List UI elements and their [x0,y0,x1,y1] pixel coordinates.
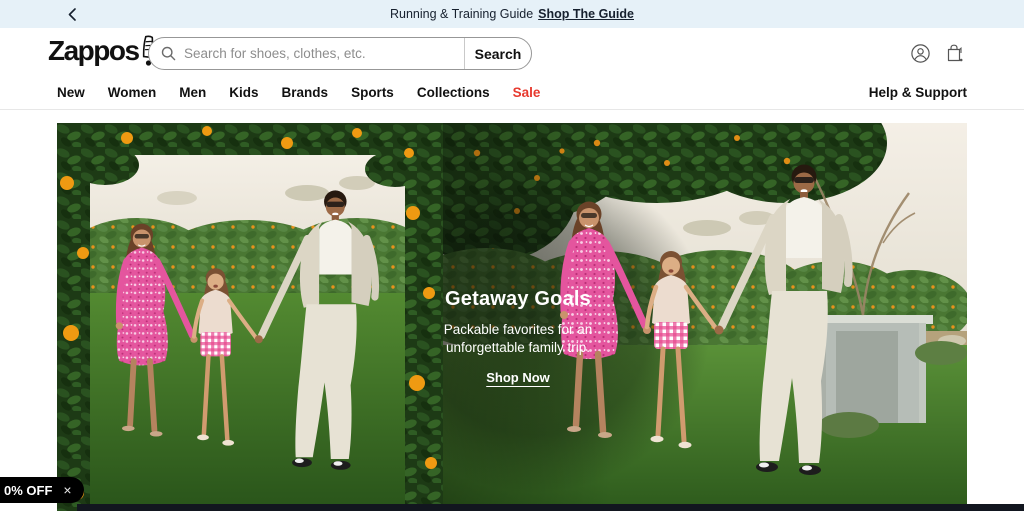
hero-text-overlay: Getaway Goals Packable favorites for an … [398,288,638,387]
nav-item-sale[interactable]: Sale [513,85,541,100]
user-icon [911,44,930,63]
search-button[interactable]: Search [465,38,531,69]
banner-text: Running & Training Guide [390,7,533,21]
account-button[interactable] [911,44,930,63]
search-bar: Search [148,37,532,70]
search-icon [161,46,176,61]
promo-badge: 0% OFF × [0,477,84,503]
left-inset-photo [62,145,437,511]
cart-button[interactable] [945,43,966,64]
header-icons [911,43,966,64]
main-nav: New Women Men Kids Brands Sports Collect… [0,75,1024,110]
nav-item-brands[interactable]: Brands [282,85,329,100]
close-icon[interactable]: × [63,483,71,497]
nav-item-women[interactable]: Women [108,85,157,100]
logo-text: Zappos [48,31,139,71]
top-banner: Running & Training Guide Shop The Guide [0,0,1024,28]
hero-subtitle: Packable favorites for an unforgettable … [398,321,638,357]
banner-link[interactable]: Shop The Guide [538,7,634,21]
nav-item-men[interactable]: Men [179,85,206,100]
hero-title: Getaway Goals [398,288,638,311]
header: Zappos ™ Search [0,28,1024,75]
chevron-left-icon [68,8,76,21]
zappos-logo[interactable]: Zappos ™ [48,31,162,71]
shop-now-link[interactable]: Shop Now [486,370,550,385]
zappos-homepage: Running & Training Guide Shop The Guide … [0,0,1024,511]
nav-items: New Women Men Kids Brands Sports Collect… [57,85,540,100]
nav-item-collections[interactable]: Collections [417,85,490,100]
bottom-section-edge [77,504,1024,511]
hero-banner: Getaway Goals Packable favorites for an … [57,123,967,511]
nav-item-new[interactable]: New [57,85,85,100]
banner-back-button[interactable] [62,0,82,28]
nav-item-kids[interactable]: Kids [229,85,258,100]
search-input[interactable] [176,46,464,61]
help-support-link[interactable]: Help & Support [869,85,967,100]
nav-item-sports[interactable]: Sports [351,85,394,100]
promo-badge-label: 0% OFF [4,483,52,498]
shopping-bag-icon [945,43,966,64]
